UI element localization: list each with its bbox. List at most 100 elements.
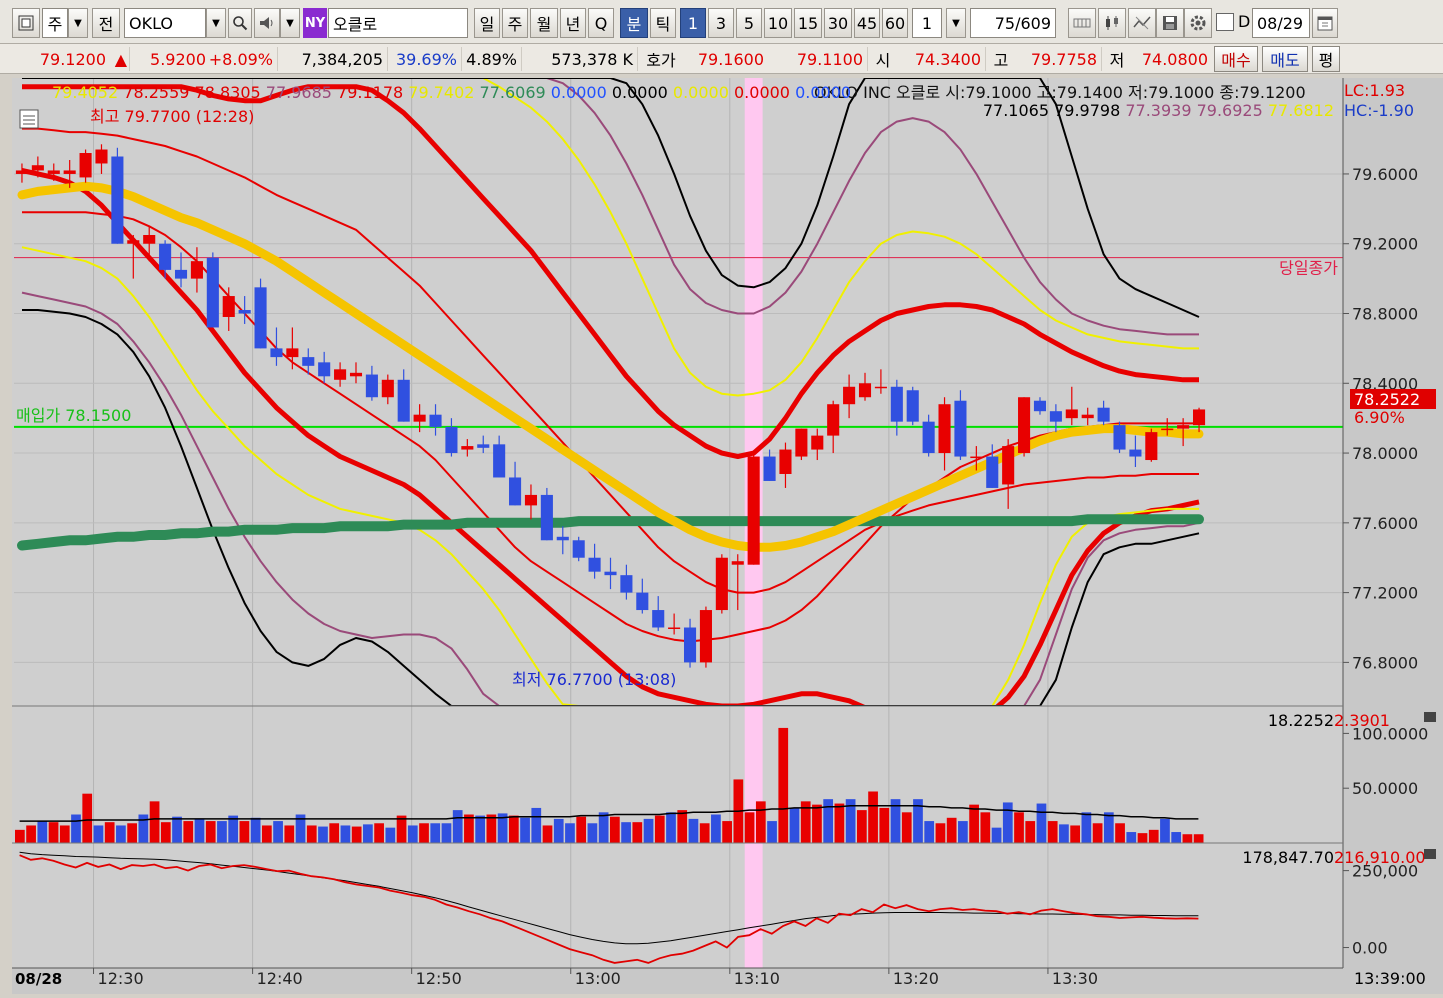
panel-icon[interactable] <box>19 109 39 129</box>
interval-1-button[interactable]: 1 <box>680 8 706 38</box>
volume-bar <box>1036 803 1047 843</box>
chart-area[interactable]: 100.0000 50.0000 250,000 0.00 79.6000 79.20… <box>12 78 1443 994</box>
period-day-button[interactable]: 일 <box>474 8 500 38</box>
volume-bar <box>1171 832 1182 843</box>
symbol-dropdown-icon[interactable]: ▼ <box>206 8 226 38</box>
prev-button[interactable]: 전 <box>92 8 120 38</box>
legend-value: 0.0000 <box>668 83 729 102</box>
volume-bar <box>1025 821 1036 843</box>
stock-name-field: 오클로 <box>328 8 468 38</box>
y-tick-label: 76.8000 <box>1352 653 1418 672</box>
volume-bar <box>1103 812 1114 843</box>
candle-body <box>1081 414 1094 419</box>
volume-bar <box>430 823 441 843</box>
period-quarter-button[interactable]: Q <box>588 8 614 38</box>
date-input[interactable]: 08/29 <box>1252 8 1310 38</box>
volume-bar <box>958 821 968 843</box>
interval-10-button[interactable]: 10 <box>764 8 792 38</box>
amount-value: 573,378 K <box>524 47 638 71</box>
legend-value: 79.6925 <box>1192 101 1263 120</box>
legend-value: 79.7402 <box>403 83 474 102</box>
scale-icon[interactable] <box>1068 8 1096 38</box>
indicator-icon[interactable] <box>1128 8 1156 38</box>
interval-3-button[interactable]: 3 <box>708 8 734 38</box>
volume-bar <box>868 791 878 843</box>
market-type-field[interactable]: 주 <box>42 8 68 38</box>
volume-bar <box>82 793 93 843</box>
period-tick-button[interactable]: 틱 <box>650 8 676 38</box>
volume-bar <box>520 817 530 843</box>
volume-bar <box>340 825 351 843</box>
period-week-button[interactable]: 주 <box>502 8 528 38</box>
volume-bar <box>610 816 620 843</box>
candle-body <box>970 456 983 459</box>
candle-body <box>95 149 108 164</box>
obv-panel-close-icon[interactable] <box>1424 849 1436 859</box>
y-tick-label: 78.8000 <box>1352 305 1418 324</box>
obv-y-tick-label: 0.00 <box>1352 939 1388 958</box>
date-checkbox[interactable] <box>1216 13 1234 31</box>
eval-button[interactable]: 평 <box>1312 46 1340 72</box>
volume-bar <box>722 821 732 843</box>
period-year-button[interactable]: 년 <box>560 8 586 38</box>
candle-body <box>1002 446 1015 485</box>
interval-15-button[interactable]: 15 <box>794 8 822 38</box>
candle-body <box>636 592 649 611</box>
volume-bar <box>149 801 160 843</box>
volume-bar <box>755 801 766 843</box>
interval-30-button[interactable]: 30 <box>824 8 852 38</box>
period-month-button[interactable]: 월 <box>530 8 558 38</box>
candle-body <box>477 444 490 448</box>
candle-body <box>747 456 760 565</box>
interval-input[interactable]: 1 <box>912 8 942 38</box>
info-text: OKLO INC 오클로 시:79.1000 고:79.1400 저:79.10… <box>814 83 1306 102</box>
volume-bar <box>1126 832 1137 843</box>
volume-bar <box>1070 825 1081 843</box>
candle-body <box>31 165 44 171</box>
volume-bar <box>419 823 429 843</box>
calendar-icon[interactable] <box>1312 8 1338 38</box>
save-icon[interactable] <box>1156 8 1184 38</box>
count-total: /609 <box>1015 13 1051 33</box>
volume-panel-close-icon[interactable] <box>1424 712 1436 722</box>
volume-bar <box>767 821 777 843</box>
volume-bar <box>1148 829 1159 843</box>
candle-body <box>668 627 681 629</box>
hoga-label: 호가 <box>646 51 676 70</box>
obv-header-red: 216,910.00 <box>1334 848 1426 867</box>
interval-dropdown-icon[interactable]: ▼ <box>946 8 966 38</box>
candle-settings-icon[interactable] <box>1098 8 1126 38</box>
interval-45-button[interactable]: 45 <box>854 8 880 38</box>
volume-bar <box>1092 823 1103 843</box>
low-label: 저 <box>1109 51 1125 70</box>
speaker-icon[interactable] <box>254 8 280 38</box>
buy-button[interactable]: 매수 <box>1214 46 1258 72</box>
candle-body <box>588 557 601 572</box>
interval-60-button[interactable]: 60 <box>882 8 908 38</box>
search-icon[interactable] <box>228 8 252 38</box>
volume-bar <box>486 814 497 843</box>
speaker-dropdown-icon[interactable]: ▼ <box>280 8 300 38</box>
sell-button[interactable]: 매도 <box>1262 46 1308 72</box>
count-field[interactable]: 75/609 <box>970 8 1056 38</box>
y-tick-label: 77.6000 <box>1352 514 1418 533</box>
volume-bar <box>228 815 239 843</box>
volume-bar <box>654 815 665 843</box>
chart-svg[interactable]: 100.000050.0000 250,0000.00 79.600079.20… <box>12 78 1443 994</box>
market-type-dropdown-icon[interactable]: ▼ <box>68 8 88 38</box>
legend-value: 77.9685 <box>261 83 332 102</box>
candle-body <box>540 494 553 541</box>
period-minute-button[interactable]: 분 <box>620 8 648 38</box>
gear-icon[interactable] <box>1184 8 1212 38</box>
chart-menu-icon[interactable] <box>12 8 40 38</box>
interval-5-button[interactable]: 5 <box>736 8 762 38</box>
date-checkbox-label: D <box>1238 12 1251 31</box>
volume-bar <box>205 821 216 843</box>
volume-bar <box>744 812 755 843</box>
y-tick-label: 79.6000 <box>1352 165 1418 184</box>
candle-body <box>827 404 840 436</box>
symbol-input[interactable]: OKLO <box>124 8 206 38</box>
exchange-badge: NY <box>303 8 327 38</box>
change-pct: +8.09% <box>209 47 278 71</box>
volume-ratio: 39.69% <box>390 47 462 71</box>
